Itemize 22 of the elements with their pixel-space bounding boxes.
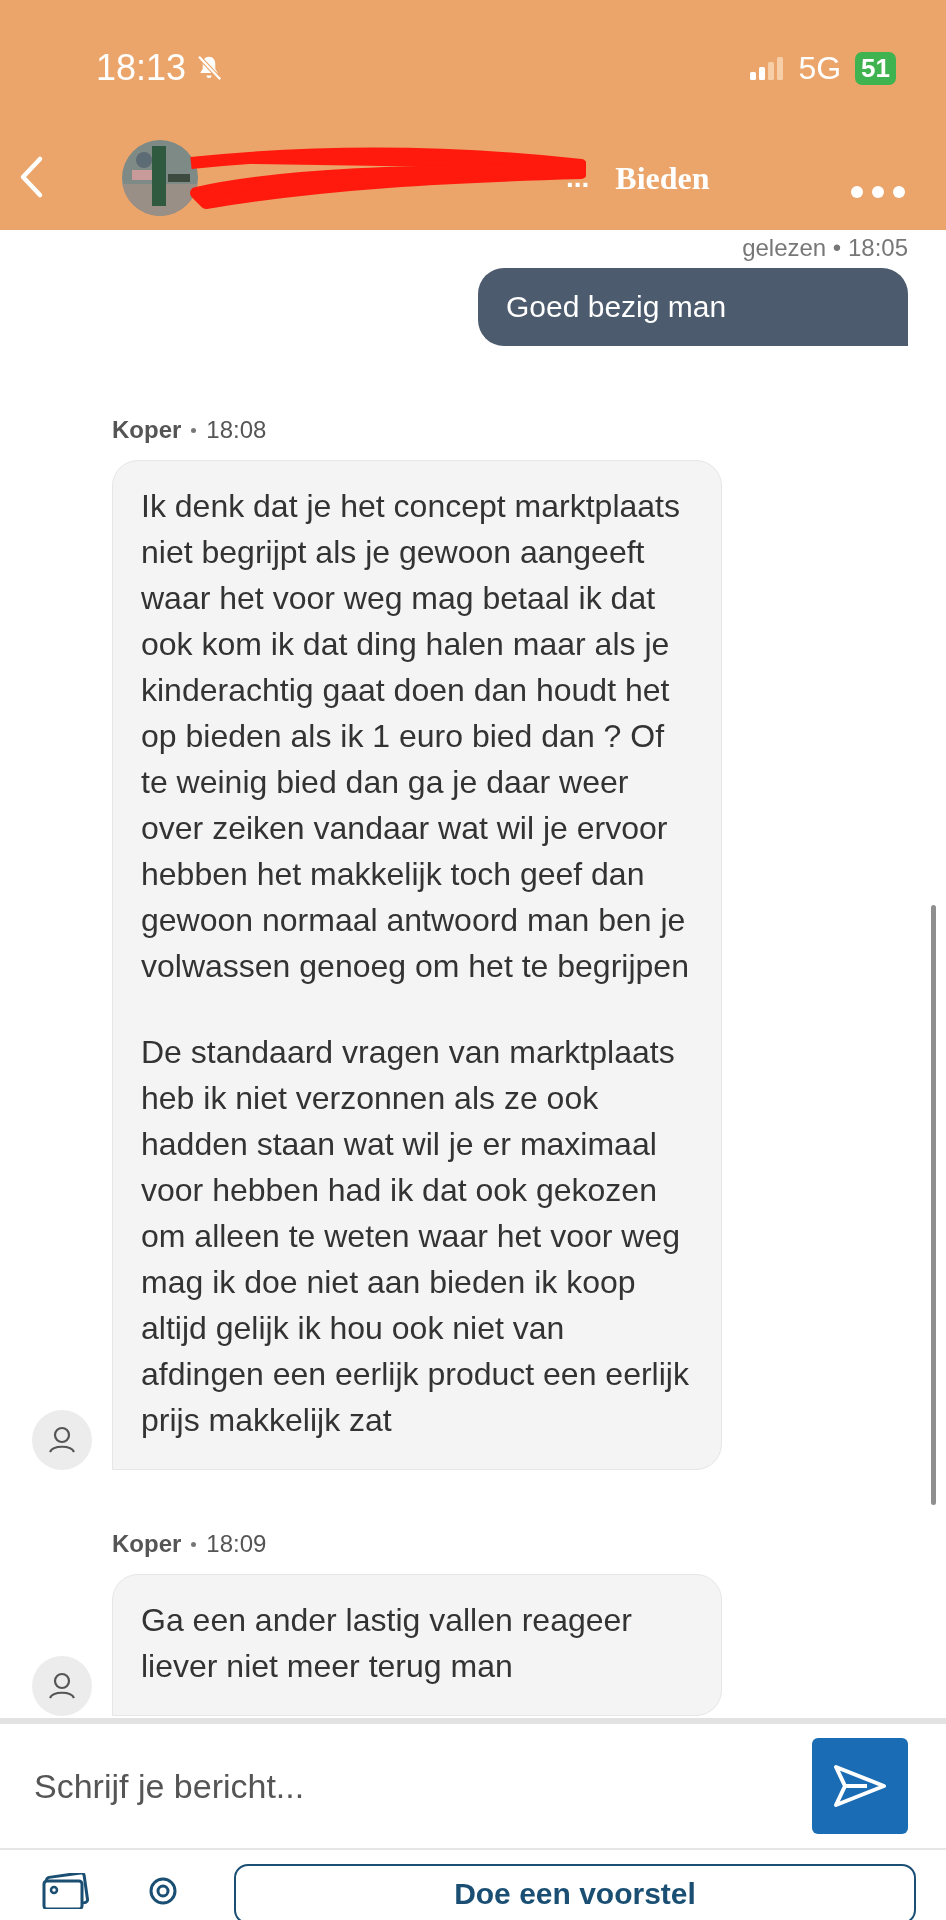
conversation-title: ... (566, 162, 590, 194)
signal-icon (750, 56, 785, 80)
received-message: Ik denk dat je het concept marktplaats niet begrijpt als je gewoon aangeeft waar het voor weg mag betaal ik dat ook kom ik dat ding halen maar als je kinderachtig gaat doen dan houdt het op bieden als ik 1 euro bied dan ? Of te weinig bied dan ga je daar weer over zeiken vandaar wat wil je ervoor hebben het makkelijk toch geef dan gewoon normaal antwoord man ben je volwassen genoeg om het te begrijpen De standaard vragen van marktplaats heb ik niet verzonnen als ze ook hadden staan wat wil je er maximaal voor hebben had ik dat ook gekozen om alleen te weten waar het voor weg mag ik doe niet aan bieden ik koop altijd gelijk ik hou ook niet van afdingen een eerlijk product een eerlijk prijs makkelijk zat (112, 460, 722, 1470)
user-icon (32, 1656, 92, 1716)
proposal-button[interactable]: Doe een voorstel (234, 1864, 916, 1920)
photos-icon (40, 1873, 92, 1909)
send-button[interactable] (812, 1738, 908, 1834)
separator-dot (191, 1541, 197, 1547)
message-time: 18:08 (206, 416, 267, 444)
received-message: Ga een ander lastig vallen reageer liever niet meer terug man (112, 1574, 722, 1716)
read-receipt: gelezen • 18:05 (742, 234, 908, 262)
message-time: 18:09 (206, 1530, 267, 1558)
sent-message: Goed bezig man (478, 268, 908, 346)
status-time: 18:13 (96, 47, 187, 89)
sender-name: Koper (112, 416, 182, 444)
user-icon (32, 1410, 92, 1470)
network-label: 5G (798, 49, 842, 87)
send-icon (832, 1763, 888, 1809)
sender-name: Koper (112, 1530, 182, 1558)
separator-dot (191, 427, 197, 433)
location-icon (148, 1876, 178, 1906)
battery-indicator: 51 (855, 51, 896, 85)
